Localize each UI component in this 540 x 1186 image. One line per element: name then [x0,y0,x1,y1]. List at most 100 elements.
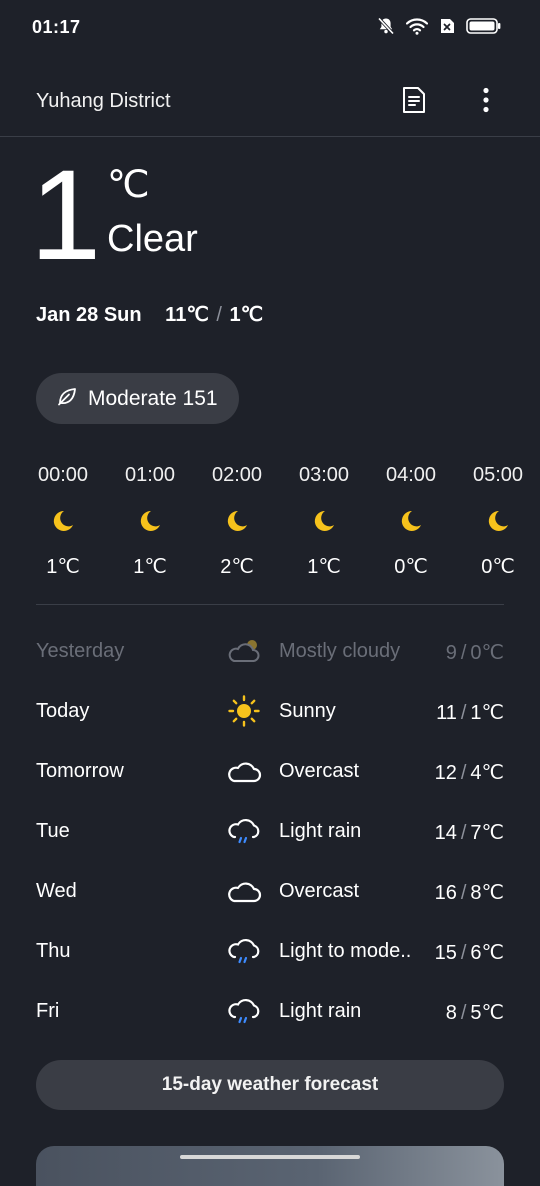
battery-icon [466,17,502,35]
range-separator: / [460,822,467,844]
bell-off-icon [376,16,396,36]
more-options-button[interactable] [468,84,504,120]
day-row-yesterday[interactable]: Yesterday Mostly cloudy 9/0℃ [36,626,504,676]
day-condition: Light rain [279,820,362,842]
wifi-icon [406,17,428,35]
moon-icon [296,508,352,534]
today-high: 11℃ [165,304,209,326]
document-icon [401,86,427,119]
day-temp-range: 12/4℃ [435,760,504,785]
day-condition: Light to mode.. [279,940,412,962]
day-low: 4℃ [470,762,504,784]
date-range-line: Jan 28 Sun 11℃ / 1℃ [36,302,263,327]
day-high: 8 [445,1002,457,1024]
day-row-thu[interactable]: Thu Light to mode.. 15/6℃ [36,926,504,976]
air-quality-pill[interactable]: Moderate 151 [36,373,239,424]
rain-cloud-icon [226,994,262,1028]
next-card-preview[interactable] [36,1146,504,1186]
day-row-fri[interactable]: Fri Light rain 8/5℃ [36,986,504,1036]
day-condition: Overcast [279,880,360,902]
leaf-icon [56,385,78,413]
section-divider [36,604,504,605]
partly-cloudy-icon [226,634,262,668]
hour-item: 05:00 0℃ [470,460,526,579]
range-separator: / [460,882,467,904]
range-separator: / [216,304,222,326]
day-name: Fri [36,1000,60,1022]
day-row-wed[interactable]: Wed Overcast 16/8℃ [36,866,504,916]
hour-time: 03:00 [298,464,350,486]
range-separator: / [460,702,467,724]
day-name: Today [36,700,90,722]
hour-time: 05:00 [472,464,524,486]
current-temperature: 1 [30,144,102,287]
day-temp-range: 9/0℃ [446,640,504,665]
range-separator: / [460,1002,467,1024]
air-quality-label: Moderate 151 [88,386,218,410]
day-temp-range: 15/6℃ [435,940,504,965]
current-date: Jan 28 Sun [36,304,142,326]
cloud-icon [226,754,262,788]
hourly-forecast[interactable]: 00:00 1℃ 01:00 1℃ 02:00 2℃ 03:00 1℃ 04:0… [36,460,540,590]
range-separator: / [460,942,467,964]
day-low: 7℃ [470,822,504,844]
hour-item: 01:00 1℃ [122,460,178,579]
day-condition: Sunny [279,700,336,722]
day-temp-range: 11/1℃ [436,700,504,725]
home-indicator[interactable] [180,1155,360,1159]
today-low: 1℃ [229,304,264,326]
day-low: 6℃ [470,942,504,964]
day-condition: Mostly cloudy [279,640,401,662]
more-vertical-icon [482,87,490,118]
fifteen-day-forecast-button[interactable]: 15-day weather forecast [36,1060,504,1110]
range-separator: / [460,762,467,784]
hour-item: 00:00 1℃ [35,460,91,579]
day-low: 1℃ [470,702,504,724]
day-high: 9 [445,642,457,664]
day-row-tue[interactable]: Tue Light rain 14/7℃ [36,806,504,856]
status-icons [376,16,502,36]
hour-time: 02:00 [211,464,263,486]
hour-time: 04:00 [385,464,437,486]
temperature-unit: ℃ [107,164,150,206]
header: Yuhang District [0,64,540,137]
current-condition: Clear [107,218,198,260]
location-title[interactable]: Yuhang District [36,90,171,113]
day-name: Tue [36,820,70,842]
hour-temp: 0℃ [481,556,515,578]
day-row-today[interactable]: Today Sunny 11/1℃ [36,686,504,736]
day-high: 16 [434,882,457,904]
hour-temp: 1℃ [46,556,80,578]
moon-icon [209,508,265,534]
day-temp-range: 8/5℃ [446,1000,504,1025]
day-high: 14 [434,822,457,844]
day-high: 11 [436,702,457,724]
day-name: Tomorrow [36,760,124,782]
day-row-tomorrow[interactable]: Tomorrow Overcast 12/4℃ [36,746,504,796]
hour-temp: 2℃ [220,556,254,578]
day-low: 8℃ [470,882,504,904]
day-name: Yesterday [36,640,125,662]
sim-x-icon [438,17,456,35]
moon-icon [470,508,526,534]
hour-item: 02:00 2℃ [209,460,265,579]
hour-temp: 1℃ [133,556,167,578]
hour-time: 00:00 [37,464,89,486]
day-condition: Overcast [279,760,360,782]
day-high: 15 [434,942,457,964]
cloud-icon [226,874,262,908]
rain-cloud-icon [226,934,262,968]
hour-item: 03:00 1℃ [296,460,352,579]
day-name: Thu [36,940,71,962]
status-bar: 01:17 [0,0,540,56]
status-time: 01:17 [32,17,81,37]
day-condition: Light rain [279,1000,362,1022]
rain-cloud-icon [226,814,262,848]
moon-icon [35,508,91,534]
hour-temp: 0℃ [394,556,428,578]
day-high: 12 [434,762,457,784]
hour-temp: 1℃ [307,556,341,578]
moon-icon [383,508,439,534]
day-temp-range: 14/7℃ [435,820,504,845]
document-button[interactable] [396,84,432,120]
